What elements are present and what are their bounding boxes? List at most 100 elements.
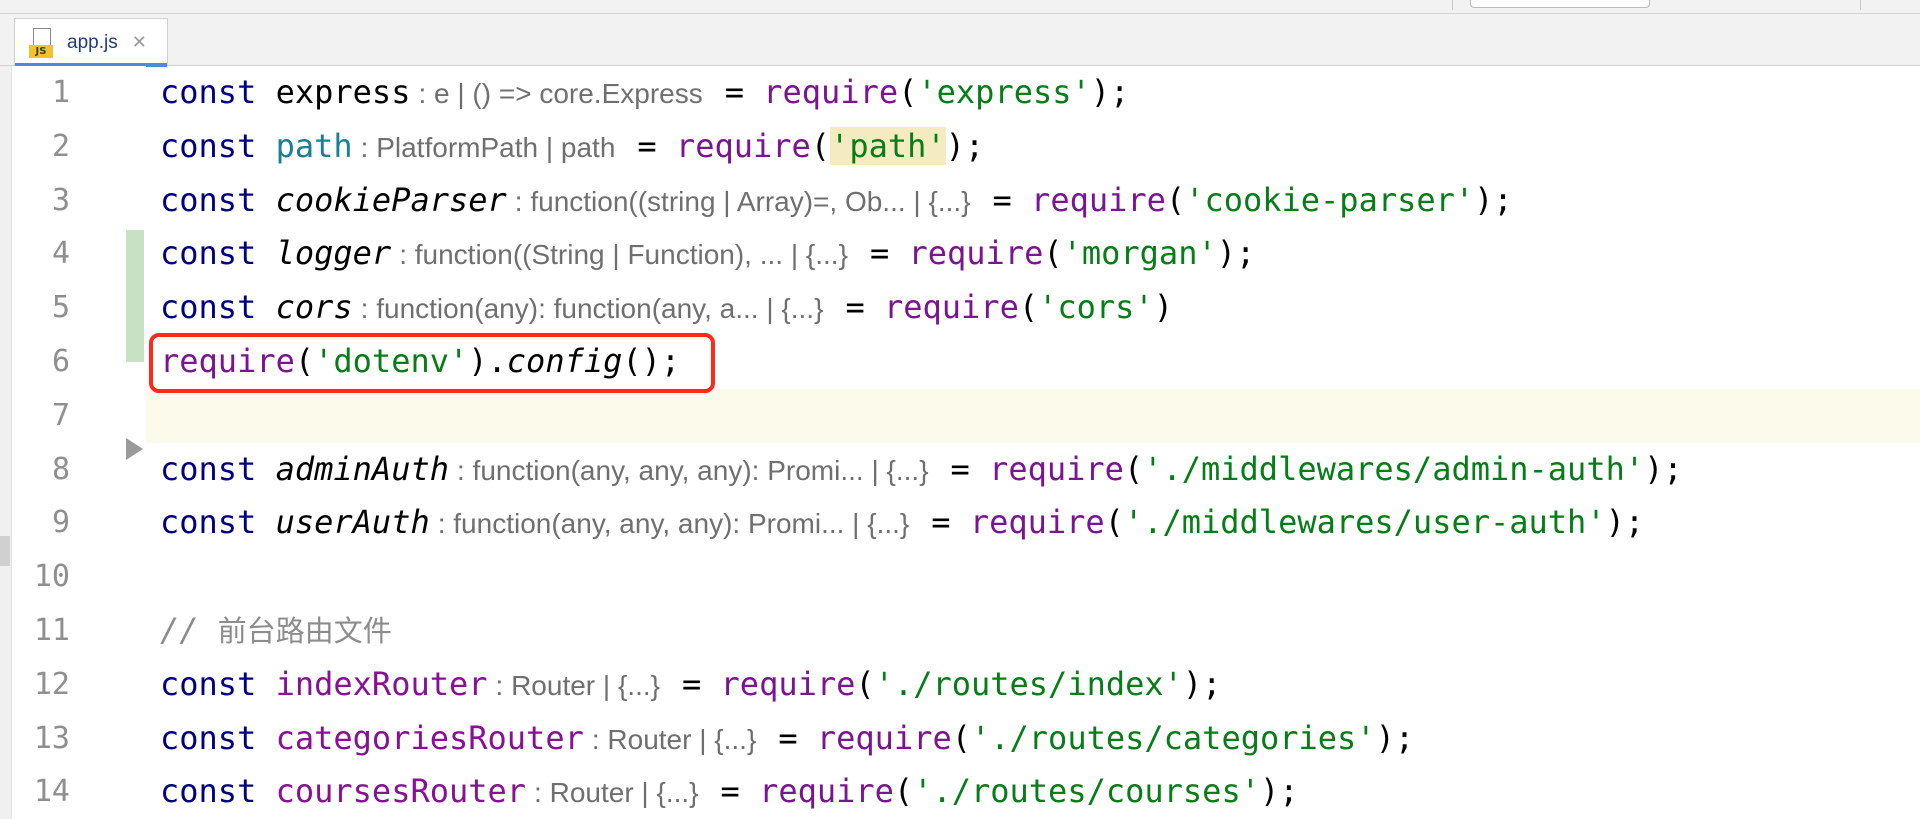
code-token: 'cors' [1038,288,1154,327]
js-file-icon: JS [29,27,55,58]
line-number[interactable]: 12 [12,658,84,712]
top-toolbar [0,0,1920,14]
tab-app-js[interactable]: JS app.js ✕ [14,18,168,67]
code-token: require [720,664,856,703]
code-line[interactable]: const adminAuth: function(any, any, any)… [160,443,1683,497]
close-icon[interactable]: ✕ [132,32,147,53]
code-token: = [637,126,676,165]
vcs-change-marker[interactable] [126,230,144,362]
line-number[interactable]: 7 [12,389,84,443]
editor-gutter: 1 2 3 4 5 6 7 8 9 10 11 12 13 14 [12,66,146,819]
code-token: const [160,503,276,542]
code-token: const [160,664,276,703]
line-number[interactable]: 4 [12,227,84,281]
code-token: './routes/courses' [913,772,1260,811]
code-token: const [160,234,276,273]
code-line[interactable]: const categoriesRouter: Router | {...} = … [160,712,1683,766]
line-number[interactable]: 2 [12,120,84,174]
line-number[interactable]: 3 [12,174,84,228]
code-editor[interactable]: 1 2 3 4 5 6 7 8 9 10 11 12 13 14 const express: e | (… [0,66,1920,819]
code-token: ); [1182,664,1222,703]
line-number[interactable]: 9 [12,496,84,550]
code-token: = [724,73,764,111]
code-lines: const express: e | () => core.Express = r… [160,66,1683,819]
code-token: indexRouter [275,664,488,703]
code-line[interactable]: const cors: function(any): function(any,… [160,281,1683,335]
code-line[interactable]: const express: e | () => core.Express = r… [160,66,1683,120]
editor-tab-bar: JS app.js ✕ [0,14,1920,67]
code-token: adminAuth [275,449,449,488]
code-token: ( [1123,449,1144,488]
code-token: require [675,126,811,165]
line-number[interactable]: 1 [12,66,84,120]
line-number[interactable]: 5 [12,281,84,335]
code-token: ); [1090,73,1130,111]
code-line[interactable]: // 前台路由文件 [160,604,1683,658]
type-hint: : function(any): function(any, a... | {.… [360,293,824,325]
line-number[interactable]: 11 [12,604,84,658]
code-token: './middlewares/user-auth' [1123,503,1606,542]
code-token: = [778,718,817,757]
code-token: const [160,180,276,219]
toolbar-separator [1452,0,1453,10]
code-token: './routes/categories' [970,718,1376,757]
type-hint: : Router | {...} [495,669,660,701]
code-token: = [720,772,760,811]
tab-label: app.js [67,31,118,53]
code-token: require [1031,180,1166,219]
code-token: userAuth [275,503,430,542]
code-token: 'path' [830,126,946,165]
left-tool-strip [0,66,12,819]
code-token: './middlewares/admin-auth' [1143,449,1645,488]
line-number[interactable]: 8 [12,443,84,497]
code-token: = [682,664,721,703]
code-line[interactable]: const indexRouter: Router | {...} = requi… [160,658,1683,712]
code-token: cookieParser [275,180,507,219]
line-number[interactable]: 13 [12,712,84,766]
code-token: 'express' [917,73,1091,111]
code-token: require [883,288,1019,327]
code-token: express [275,73,411,111]
code-token: path [275,126,353,165]
code-line[interactable] [160,550,1683,604]
code-token: // [160,610,218,649]
code-token: require [969,503,1105,542]
code-line[interactable]: const cookieParser: function((string | A… [160,174,1683,228]
code-token: ( [1165,180,1186,219]
code-token: const [160,772,276,811]
fold-arrow-icon[interactable] [126,438,143,460]
code-token: ( [893,772,914,811]
code-token: ( [951,718,971,757]
code-token: require [816,718,952,757]
code-token: ( [1043,234,1063,273]
code-token: ); [1375,718,1415,757]
code-line[interactable]: const userAuth: function(any, any, any):… [160,496,1683,550]
line-number[interactable]: 14 [12,765,84,819]
type-hint: : e | () => core.Express [418,78,703,109]
code-token: = [992,180,1032,219]
code-line[interactable]: const logger: function((String | Functio… [160,227,1683,281]
code-line[interactable] [160,389,1683,443]
type-hint: : function((string | Array)=, Ob... | {.… [514,185,971,217]
code-token: categoriesRouter [275,718,584,757]
code-token: const [160,718,276,757]
code-token: = [931,503,970,542]
code-token: ); [1474,180,1513,219]
code-token: ); [1259,772,1299,811]
code-token: ); [1644,449,1683,488]
code-line[interactable]: const path: PlatformPath | path = require… [160,120,1683,174]
code-token: ); [945,126,985,165]
code-token: require [908,234,1044,273]
type-hint: : function((String | Function), ... | {.… [399,239,848,271]
line-number[interactable]: 10 [12,550,84,604]
code-area[interactable]: const express: e | () => core.Express = r… [146,66,1920,819]
code-token: ( [810,126,831,165]
code-token: coursesRouter [275,772,527,811]
toolbar-run-config-field[interactable] [1470,0,1650,8]
code-line[interactable]: const coursesRouter: Router | {...} = req… [160,765,1683,819]
code-token: 前台路由文件 [217,613,392,648]
code-token: const [160,288,276,327]
code-token: require [989,449,1124,488]
type-hint: : Router | {...} [534,777,699,809]
line-number[interactable]: 6 [12,335,84,389]
